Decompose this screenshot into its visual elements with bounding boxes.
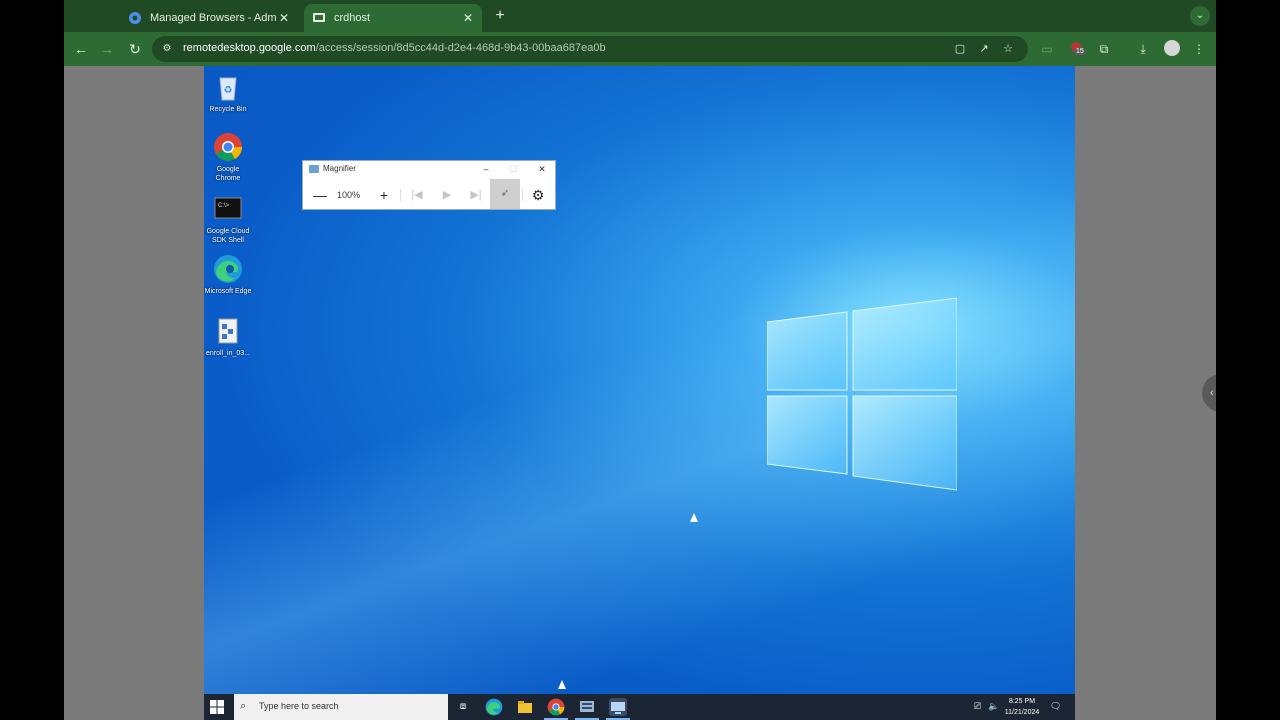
- tab-title: crdhost: [334, 12, 371, 24]
- separator: [522, 189, 523, 201]
- remote-desktop-screen[interactable]: ♻ Recycle Bin Google Chrome C:\> Google …: [204, 66, 1075, 720]
- back-button[interactable]: ←: [72, 40, 90, 58]
- read-from-here-button[interactable]: ➶: [490, 179, 520, 209]
- windows-logo: [767, 297, 957, 491]
- site-info-icon[interactable]: ⚙: [160, 42, 174, 56]
- task-view-icon[interactable]: ⧈: [454, 698, 472, 716]
- browser-window: Managed Browsers - Admin C ✕ crdhost ✕ +…: [64, 0, 1216, 720]
- network-icon[interactable]: ⎚: [974, 701, 981, 712]
- download-icon[interactable]: ⤓: [1134, 40, 1152, 58]
- mouse-cursor-shadow: [558, 680, 566, 689]
- desktop-icon-enroll-script[interactable]: enroll_in_03...: [204, 316, 252, 358]
- svg-text:♻: ♻: [224, 85, 233, 96]
- remote-desktop-favicon-icon: [312, 11, 326, 25]
- url-text: remotedesktop.google.com/access/session/…: [183, 42, 606, 54]
- tab-managed-browsers[interactable]: Managed Browsers - Admin C ✕: [120, 4, 298, 32]
- notification-center-icon[interactable]: 🗨: [1050, 701, 1061, 712]
- forward-button[interactable]: →: [98, 40, 116, 58]
- close-button[interactable]: ✕: [533, 162, 551, 176]
- tab-close-icon[interactable]: ✕: [276, 11, 292, 25]
- taskbar-search-box[interactable]: ⌕ Type here to search: [234, 694, 448, 720]
- minimize-button[interactable]: –: [477, 162, 495, 176]
- tab-title: Managed Browsers - Admin C: [150, 12, 276, 24]
- svg-text:C:\>: C:\>: [218, 203, 230, 209]
- reload-button[interactable]: ↻: [126, 40, 144, 58]
- new-tab-button[interactable]: +: [490, 6, 510, 26]
- previous-button[interactable]: |◀: [407, 183, 427, 207]
- magnifier-window[interactable]: Magnifier – ☐ ✕ — 100% + |◀ ▶ ▶| ➶ ⚙: [302, 160, 556, 210]
- edge-icon: [213, 254, 243, 284]
- zoom-out-button[interactable]: —: [311, 183, 329, 207]
- terminal-icon: C:\>: [213, 194, 243, 224]
- desktop-icon-google-chrome[interactable]: Google Chrome: [204, 132, 252, 183]
- system-clock[interactable]: 8:25 PM 11/21/2024: [998, 696, 1046, 718]
- address-bar[interactable]: ⚙ remotedesktop.google.com/access/sessio…: [152, 36, 1028, 62]
- separator: [400, 189, 401, 201]
- search-placeholder: Type here to search: [259, 701, 339, 711]
- zoom-in-button[interactable]: +: [375, 183, 393, 207]
- bookmark-page-icon[interactable]: ▢: [952, 41, 968, 57]
- file-explorer-icon[interactable]: [516, 698, 534, 716]
- tab-search-button[interactable]: ⌄: [1190, 6, 1210, 26]
- session-options-handle[interactable]: ‹: [1202, 374, 1216, 412]
- chrome-icon: [213, 132, 243, 162]
- magnifier-title: Magnifier: [323, 164, 356, 173]
- pointer-read-icon: ➶: [500, 188, 510, 199]
- maximize-button[interactable]: ☐: [504, 162, 522, 176]
- kebab-menu-icon[interactable]: ⋮: [1190, 40, 1208, 58]
- play-button[interactable]: ▶: [437, 183, 457, 207]
- puzzle-icon[interactable]: ⧉: [1095, 40, 1113, 58]
- extension-badge: 15: [1074, 48, 1086, 55]
- star-icon[interactable]: ☆: [1000, 41, 1016, 57]
- cast-icon[interactable]: ▭: [1038, 40, 1056, 58]
- open-external-icon[interactable]: ↗: [976, 41, 992, 57]
- browser-toolbar: ← → ↻ ⚙ remotedesktop.google.com/access/…: [64, 32, 1216, 66]
- tab-strip: Managed Browsers - Admin C ✕ crdhost ✕ +…: [64, 0, 1216, 32]
- tab-close-icon[interactable]: ✕: [460, 11, 476, 25]
- windows-taskbar: ⌕ Type here to search ⧈ ⎚ 🔈 8:25 PM 11/2…: [204, 694, 1075, 720]
- windows-start-icon[interactable]: [210, 700, 224, 714]
- edge-icon[interactable]: [485, 698, 503, 716]
- desktop-icon-microsoft-edge[interactable]: Microsoft Edge: [204, 254, 252, 296]
- clock-time: 8:25 PM: [1008, 698, 1036, 705]
- desktop-icon-recycle-bin[interactable]: ♻ Recycle Bin: [204, 72, 252, 114]
- chrome-icon[interactable]: [547, 698, 565, 716]
- admin-console-favicon-icon: [128, 11, 142, 25]
- chevron-left-icon: ‹: [1210, 387, 1214, 399]
- next-button[interactable]: ▶|: [465, 183, 487, 207]
- desktop-icon-google-cloud-sdk-shell[interactable]: C:\> Google Cloud SDK Shell: [204, 194, 252, 245]
- zoom-level: 100%: [337, 190, 361, 200]
- recycle-bin-icon: ♻: [213, 72, 243, 102]
- magnifier-app-icon: [309, 164, 319, 173]
- server-manager-icon[interactable]: [578, 698, 596, 716]
- search-icon: ⌕: [240, 700, 247, 712]
- script-file-icon: [213, 316, 243, 346]
- magnifier-title-bar: Magnifier: [309, 164, 356, 173]
- remote-desktop-icon[interactable]: [609, 698, 627, 716]
- mouse-cursor: [690, 513, 698, 522]
- avatar[interactable]: [1164, 40, 1180, 56]
- settings-button[interactable]: ⚙: [527, 183, 549, 207]
- clock-date: 11/21/2024: [1004, 709, 1040, 716]
- tab-crdhost[interactable]: crdhost ✕: [304, 4, 482, 32]
